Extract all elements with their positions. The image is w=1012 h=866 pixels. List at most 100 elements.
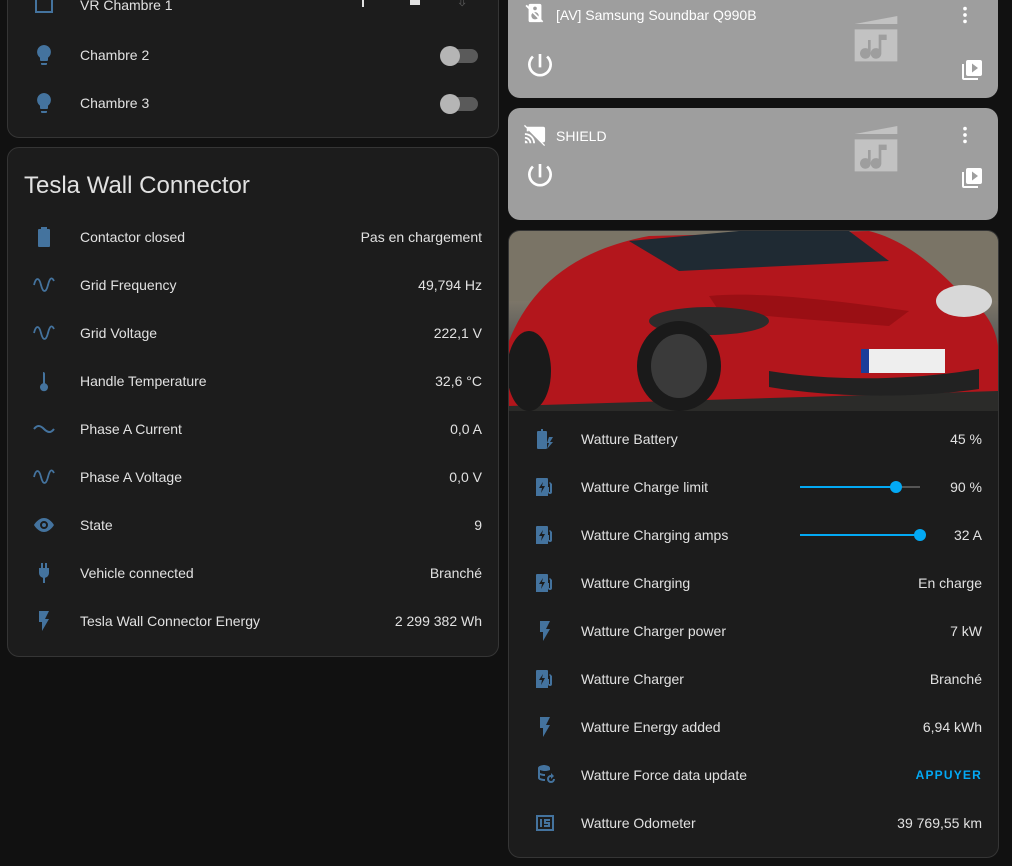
flash-icon: [32, 609, 56, 633]
media-player-name: SHIELD: [556, 128, 607, 144]
entity-label: Handle Temperature: [80, 373, 207, 389]
entity-value: 2 299 382 Wh: [394, 613, 482, 629]
entity-label: Phase A Voltage: [80, 469, 182, 485]
entity-row[interactable]: Watture Charging amps 32 A: [509, 511, 998, 559]
toggle-knob: [440, 46, 460, 66]
entity-row[interactable]: Watture Charging En charge: [509, 559, 998, 607]
entity-label: Watture Charging amps: [581, 527, 729, 543]
entity-value: Branché: [929, 671, 982, 687]
charging-amps-slider[interactable]: [800, 529, 926, 541]
slider-thumb[interactable]: [890, 481, 902, 493]
entity-row[interactable]: State 9: [8, 501, 498, 549]
force-update-button[interactable]: APPUYER: [916, 768, 982, 782]
entity-value: 49,794 Hz: [418, 277, 482, 293]
charge-limit-slider[interactable]: [800, 481, 920, 493]
entity-label: Watture Battery: [581, 431, 678, 447]
lights-card: VR Chambre 1 ⇩ Chambre 2 Chambre 3: [7, 0, 499, 138]
ev-station-icon: [533, 571, 557, 595]
entity-value: 7 kW: [950, 623, 982, 639]
playlist-play-icon[interactable]: [960, 58, 984, 82]
shutter-up-icon[interactable]: [362, 0, 364, 7]
entity-value: 9: [474, 517, 482, 533]
entity-label: State: [80, 517, 113, 533]
entity-row[interactable]: Vehicle connected Branché: [8, 549, 498, 597]
cast-off-icon: [524, 124, 548, 148]
light-label: Chambre 3: [80, 95, 150, 111]
entity-row[interactable]: Handle Temperature 32,6 °C: [8, 357, 498, 405]
more-vert-icon[interactable]: [954, 124, 978, 148]
media-player-soundbar[interactable]: [AV] Samsung Soundbar Q990B: [508, 0, 998, 98]
car-card: Watture Battery 45 % Watture Charge limi…: [508, 230, 999, 858]
entity-row[interactable]: Grid Frequency 49,794 Hz: [8, 261, 498, 309]
light-toggle[interactable]: [440, 46, 478, 66]
music-video-icon: [844, 8, 908, 72]
entity-label: Watture Charge limit: [581, 479, 709, 495]
card-title: Tesla Wall Connector: [24, 172, 250, 199]
more-vert-icon[interactable]: [954, 4, 978, 28]
entity-row[interactable]: Tesla Wall Connector Energy 2 299 382 Wh: [8, 597, 498, 645]
entity-value: 45 %: [950, 431, 982, 447]
entity-row[interactable]: Contactor closed Pas en chargement: [8, 213, 498, 261]
entity-value: En charge: [918, 575, 982, 591]
plug-icon: [32, 561, 56, 585]
entity-row[interactable]: Watture Charge limit 90 %: [509, 463, 998, 511]
battery-icon: [32, 225, 56, 249]
light-row-vr-chambre-1[interactable]: VR Chambre 1 ⇩: [8, 0, 498, 29]
playlist-play-icon[interactable]: [960, 166, 984, 190]
entity-row[interactable]: Watture Energy added 6,94 kWh: [509, 703, 998, 751]
entity-row[interactable]: Watture Odometer 39 769,55 km: [509, 799, 998, 847]
entity-row[interactable]: Watture Charger Branché: [509, 655, 998, 703]
media-player-shield[interactable]: SHIELD: [508, 108, 998, 220]
slider-thumb[interactable]: [914, 529, 926, 541]
music-video-icon: [844, 118, 908, 182]
entity-value: 0,0 A: [450, 421, 482, 437]
entity-value: 32,6 °C: [435, 373, 482, 389]
entity-row[interactable]: Watture Battery 45 %: [509, 415, 998, 463]
light-label: VR Chambre 1: [80, 0, 173, 13]
entity-value: 39 769,55 km: [897, 815, 982, 831]
light-row-chambre-2: Chambre 2: [8, 31, 498, 79]
entity-row[interactable]: Phase A Voltage 0,0 V: [8, 453, 498, 501]
database-sync-icon: [533, 763, 557, 787]
entity-value: 32 A: [953, 527, 982, 543]
entity-label: Vehicle connected: [80, 565, 194, 581]
flash-icon: [533, 619, 557, 643]
ev-station-icon: [533, 667, 557, 691]
entity-label: Watture Charger power: [581, 623, 726, 639]
ev-station-icon: [533, 523, 557, 547]
light-row-chambre-3: Chambre 3: [8, 79, 498, 127]
entity-label: Tesla Wall Connector Energy: [80, 613, 261, 629]
toggle-knob: [440, 94, 460, 114]
power-icon[interactable]: [524, 160, 556, 192]
entity-row[interactable]: Watture Charger power 7 kW: [509, 607, 998, 655]
entity-row[interactable]: Phase A Current 0,0 A: [8, 405, 498, 453]
entity-label: Phase A Current: [80, 421, 182, 437]
entity-label: Grid Voltage: [80, 325, 158, 341]
entity-label: Contactor closed: [80, 229, 186, 245]
entity-label: Watture Energy added: [581, 719, 721, 735]
slider-fill: [800, 534, 920, 536]
entity-label: Grid Frequency: [80, 277, 177, 293]
entity-label: Watture Charger: [581, 671, 684, 687]
entity-value: Branché: [429, 565, 482, 581]
lightbulb-icon: [32, 91, 56, 115]
lightbulb-icon: [32, 43, 56, 67]
entity-value: Pas en chargement: [360, 229, 482, 245]
thermometer-icon: [32, 369, 56, 393]
sine-wave-icon: [32, 321, 56, 345]
battery-charging-icon: [533, 427, 557, 451]
light-toggle[interactable]: [440, 94, 478, 114]
power-icon[interactable]: [524, 50, 556, 82]
entity-label: Watture Force data update: [581, 767, 748, 783]
window-shutter-icon: [32, 0, 56, 17]
wave-icon: [32, 417, 56, 441]
entity-value: 222,1 V: [433, 325, 482, 341]
entity-row: Watture Force data update APPUYER: [509, 751, 998, 799]
shutter-down-icon[interactable]: ⇩: [456, 0, 468, 10]
flash-icon: [533, 715, 557, 739]
eye-icon: [32, 513, 56, 537]
entity-value: 6,94 kWh: [922, 719, 982, 735]
entity-row[interactable]: Grid Voltage 222,1 V: [8, 309, 498, 357]
ev-station-icon: [533, 475, 557, 499]
shutter-stop-icon[interactable]: [410, 0, 420, 5]
